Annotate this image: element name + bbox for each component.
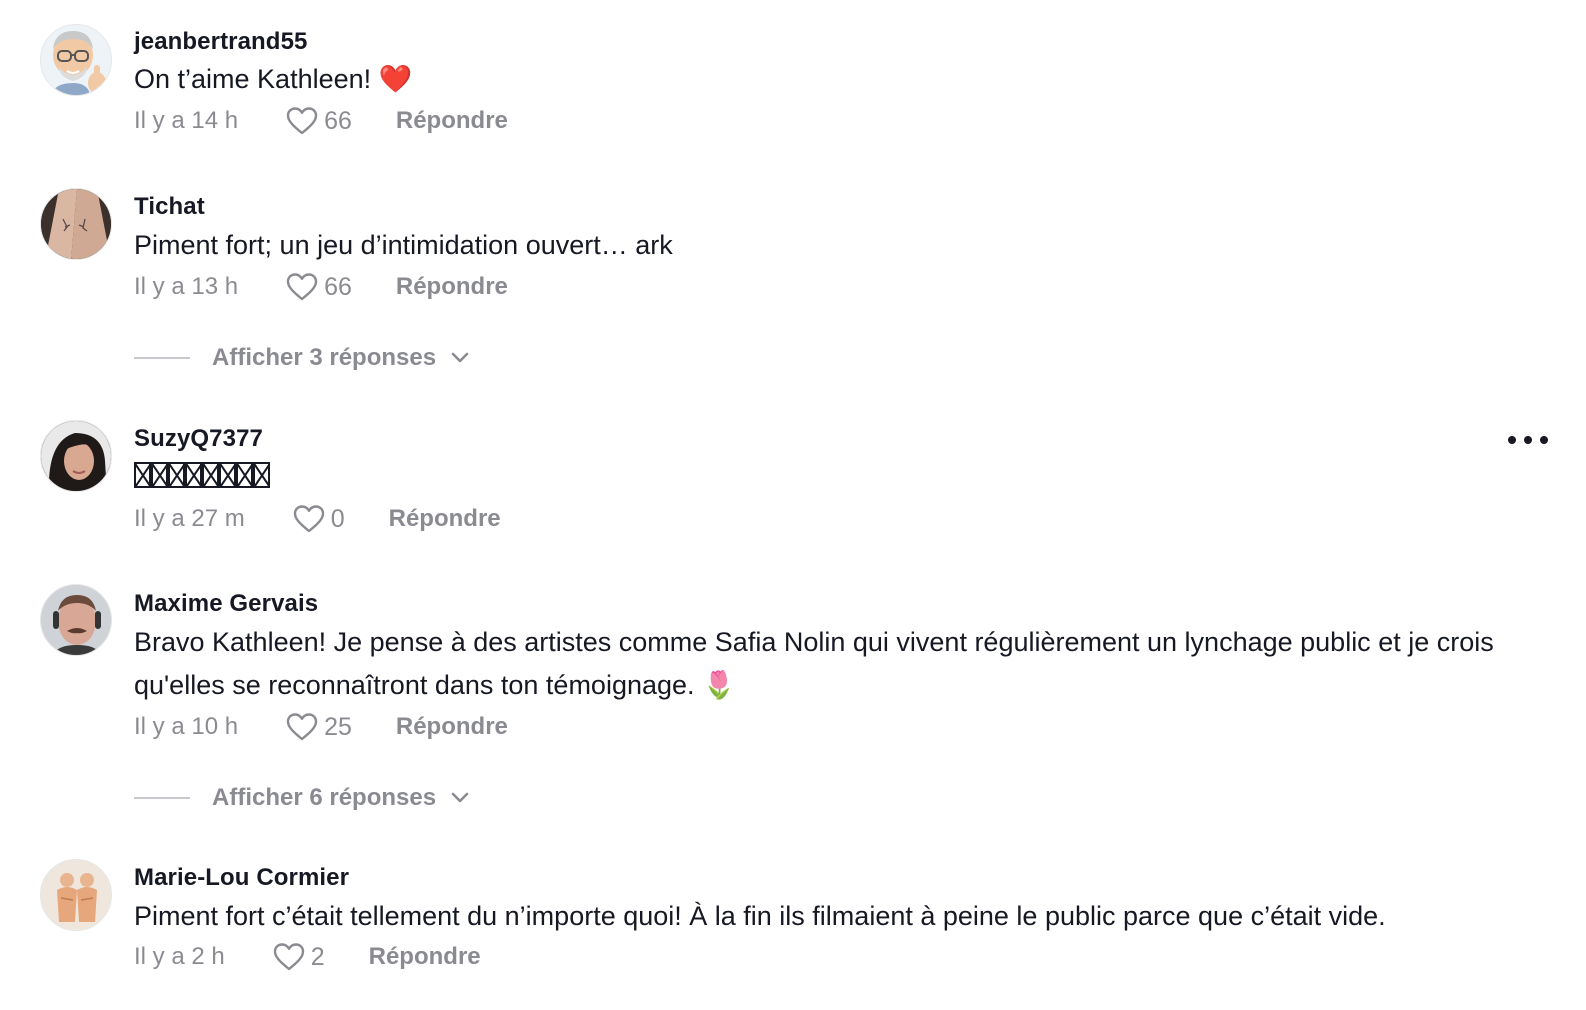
view-replies-label: Afficher 6 réponses bbox=[212, 784, 437, 811]
comment-meta: Il y a 27 m 0 Répondre bbox=[134, 502, 501, 536]
like-count: 2 bbox=[310, 942, 325, 971]
view-replies-button[interactable]: Afficher 6 réponses bbox=[134, 783, 470, 813]
more-dot bbox=[1524, 436, 1532, 444]
like-count: 66 bbox=[324, 106, 352, 135]
replies-divider-line bbox=[134, 797, 190, 799]
comment-meta: Il y a 14 h 66 Répondre bbox=[134, 104, 508, 138]
view-replies-label: Afficher 3 réponses bbox=[212, 344, 437, 371]
heart-outline-icon bbox=[286, 273, 318, 301]
like-count: 0 bbox=[330, 504, 345, 533]
comment-text: Piment fort; un jeu d’intimidation ouver… bbox=[134, 230, 673, 260]
more-options-icon[interactable] bbox=[1508, 430, 1548, 450]
reply-button[interactable]: Répondre bbox=[396, 713, 508, 741]
comment-time: Il y a 2 h bbox=[134, 943, 225, 970]
comment-text: On t’aime Kathleen! ❤️ bbox=[134, 58, 1554, 101]
heart-outline-icon bbox=[286, 713, 318, 741]
avatar[interactable] bbox=[40, 24, 112, 96]
like-button[interactable]: 66 bbox=[286, 106, 352, 136]
comment-meta: Il y a 10 h 25 Répondre bbox=[134, 710, 508, 744]
chevron-down-icon bbox=[451, 792, 469, 803]
comment-username[interactable]: Tichat bbox=[134, 193, 205, 221]
comment-time: Il y a 14 h bbox=[134, 107, 239, 134]
heart-outline-icon bbox=[273, 943, 304, 971]
reply-button[interactable]: Répondre bbox=[396, 273, 508, 301]
comment-meta: Il y a 13 h 66 Répondre bbox=[134, 270, 508, 304]
portrait-avatar-image bbox=[41, 421, 111, 491]
comment-username[interactable]: jeanbertrand55 bbox=[134, 28, 307, 56]
comment-text bbox=[134, 458, 1554, 501]
comment-text: Bravo Kathleen! Je pense à des artistes … bbox=[134, 627, 1494, 700]
heart-outline-icon bbox=[286, 107, 318, 135]
like-button[interactable]: 25 bbox=[286, 712, 352, 742]
comment-text: Piment fort c’était tellement du n’impor… bbox=[134, 901, 1386, 931]
replies-divider-line bbox=[134, 357, 190, 359]
avatar[interactable] bbox=[40, 584, 112, 656]
comment-time: Il y a 13 h bbox=[134, 273, 239, 300]
portrait-avatar-image bbox=[41, 585, 111, 655]
like-button[interactable]: 0 bbox=[293, 504, 345, 534]
heart-outline-icon bbox=[293, 505, 324, 533]
comment-username[interactable]: Maxime Gervais bbox=[134, 590, 318, 618]
like-button[interactable]: 66 bbox=[286, 272, 352, 302]
comment-username[interactable]: Marie-Lou Cormier bbox=[134, 864, 349, 892]
comment-time: Il y a 27 m bbox=[134, 505, 245, 532]
comment-meta: Il y a 2 h 2 Répondre bbox=[134, 940, 481, 974]
like-button[interactable]: 2 bbox=[273, 942, 325, 972]
avatar[interactable] bbox=[40, 420, 112, 492]
like-count: 25 bbox=[324, 712, 352, 741]
illustration-avatar-image bbox=[41, 860, 111, 930]
reply-button[interactable]: Répondre bbox=[396, 107, 508, 135]
view-replies-button[interactable]: Afficher 3 réponses bbox=[134, 343, 470, 373]
avatar[interactable] bbox=[40, 859, 112, 931]
reply-button[interactable]: Répondre bbox=[369, 943, 481, 971]
memoji-avatar-image bbox=[41, 25, 111, 95]
reply-button[interactable]: Répondre bbox=[389, 505, 501, 533]
comment-username[interactable]: SuzyQ7377 bbox=[134, 425, 263, 453]
like-count: 66 bbox=[324, 272, 352, 301]
comment-text-content: On t’aime Kathleen! ❤️ bbox=[134, 64, 413, 94]
forearms-tattoo-avatar-image bbox=[41, 189, 111, 259]
chevron-down-icon bbox=[451, 352, 469, 363]
more-dot bbox=[1540, 436, 1548, 444]
unsupported-glyphs bbox=[134, 462, 270, 488]
comment-time: Il y a 10 h bbox=[134, 713, 239, 740]
more-dot bbox=[1508, 436, 1516, 444]
avatar[interactable] bbox=[40, 188, 112, 260]
